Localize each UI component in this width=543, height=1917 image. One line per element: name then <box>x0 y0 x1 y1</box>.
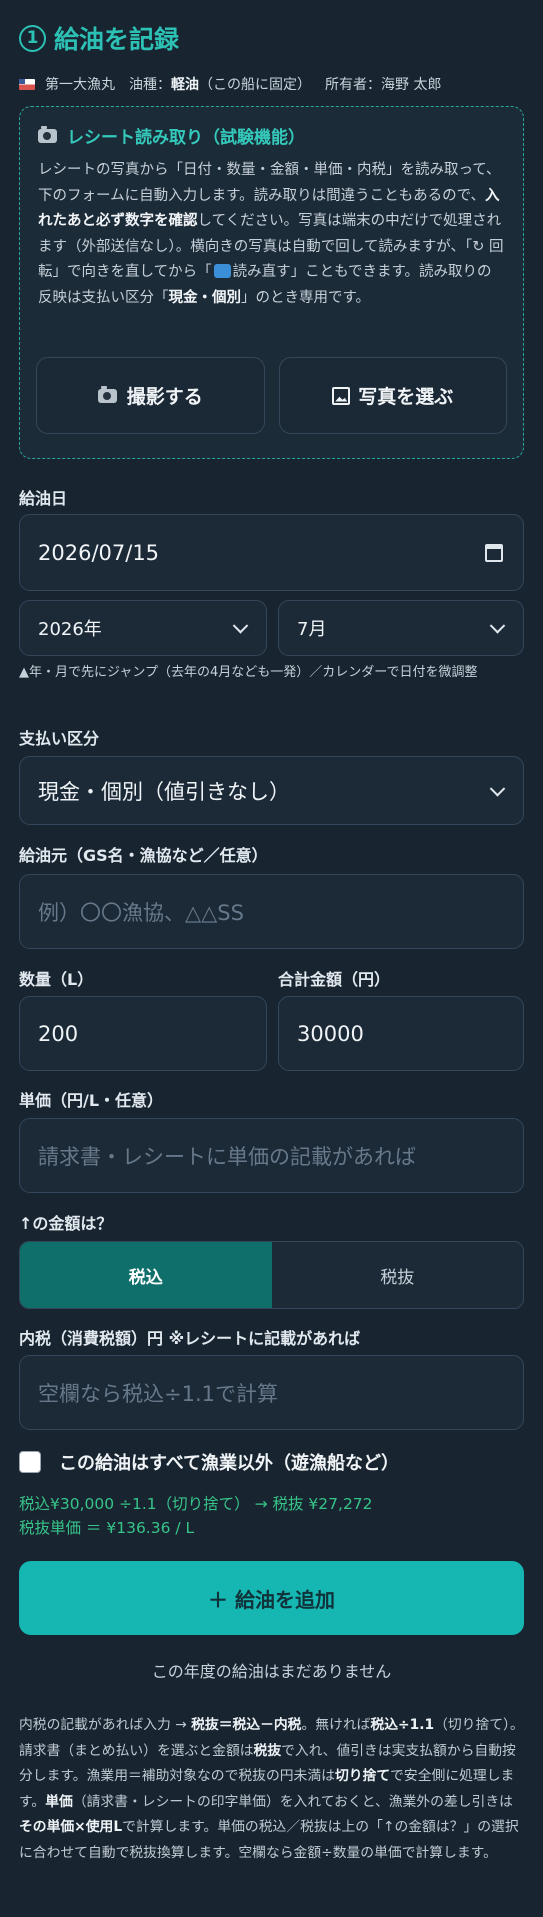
picture-icon <box>332 386 351 405</box>
reread-icon <box>213 264 231 278</box>
unit-price-label: 単価（円/L・任意） <box>19 1091 164 1110</box>
source-input[interactable]: 例）〇〇漁協、△△SS <box>19 874 524 949</box>
owner-label: 所有者： <box>325 77 381 93</box>
inner-tax-input[interactable]: 空欄なら税込÷1.1で計算 <box>19 1355 524 1430</box>
amount-question-label: ↑の金額は？ <box>19 1214 113 1233</box>
payment-type-value: 現金・個別（値引きなし） <box>38 779 290 804</box>
year-select-value: 2026年 <box>38 619 102 640</box>
inner-tax-label: 内税（消費税額）円 ※レシートに記載があれば <box>19 1329 361 1348</box>
empty-records-message: この年度の給油はまだありません <box>151 1662 392 1681</box>
footer-bold: 切り捨て <box>334 1768 391 1784</box>
tax-calc-line: 税込¥30,000 ÷1.1（切り捨て） → 税抜 ¥27,272 <box>19 1495 373 1513</box>
unit-price-placeholder: 請求書・レシートに単価の記載があれば <box>38 1144 416 1169</box>
footer-bold: 税抜＝税込－内税 <box>191 1717 302 1733</box>
date-label: 給油日 <box>19 489 68 508</box>
step-number-badge: 1 <box>19 24 46 52</box>
capture-photo-button[interactable]: 撮影する <box>36 357 265 434</box>
camera-icon <box>97 385 117 403</box>
payment-type-select[interactable]: 現金・個別（値引きなし） <box>19 756 524 825</box>
jump-hint: ▲年・月で先にジャンプ（去年の4月なども一発）／カレンダーで日付を微調整 <box>19 665 478 680</box>
month-select-value: 7月 <box>297 619 327 640</box>
date-value: 2026/07/15 <box>38 540 160 565</box>
date-input[interactable]: 2026/07/15 <box>19 514 524 591</box>
quantity-input[interactable]: 200 <box>19 996 267 1071</box>
quantity-value: 200 <box>38 1021 79 1046</box>
desc-bold: 現金・個別 <box>168 289 242 306</box>
page-title-text: 給油を記録 <box>54 25 180 54</box>
footer-text: 。無ければ <box>301 1717 371 1733</box>
footer-bold: 税込÷1.1 <box>370 1717 435 1733</box>
footer-text: 内税の記載があれば入力 → <box>19 1717 192 1733</box>
receipt-reader-panel: レシート読み取り（試験機能） レシートの写真から「日付・数量・金額・単価・内税」… <box>19 106 524 459</box>
source-placeholder: 例）〇〇漁協、△△SS <box>38 900 244 925</box>
owner-name: 海野 太郎 <box>381 77 442 93</box>
tax-mode-toggle: 税込 税抜 <box>19 1241 524 1309</box>
boat-name: 第一大漁丸 <box>45 77 115 93</box>
fuel-type-label: 油種： <box>129 77 171 93</box>
unit-price-calc-line: 税抜単価 ＝ ¥136.36 / L <box>19 1519 195 1537</box>
footer-bold: 税抜 <box>253 1742 282 1759</box>
boat-info: 第一大漁丸 油種： 軽油 （この船に固定） 所有者： 海野 太郎 <box>19 74 441 94</box>
capture-photo-label: 撮影する <box>126 386 203 408</box>
footer-notes: 内税の記載があれば入力 → 税抜＝税込－内税。無ければ税込÷1.1（切り捨て）。… <box>19 1713 524 1866</box>
page-title: 1 給油を記録 <box>19 20 179 56</box>
desc-text: 」のとき専用です。 <box>241 289 371 306</box>
total-amount-input[interactable]: 30000 <box>278 996 524 1071</box>
footer-text: （請求書・レシートの印字単価）を入れておくと、漁業外の差し引きは <box>72 1793 513 1810</box>
non-fishing-option[interactable]: この給油はすべて漁業以外（遊漁船など） <box>19 1449 399 1475</box>
desc-text: 読み直す <box>232 264 291 280</box>
payment-type-label: 支払い区分 <box>19 729 100 748</box>
source-label: 給油元（GS名・漁協など／任意） <box>19 846 268 865</box>
year-select[interactable]: 2026年 <box>19 600 267 656</box>
tax-calculation: 税込¥30,000 ÷1.1（切り捨て） → 税抜 ¥27,272 税抜単価 ＝… <box>19 1492 373 1540</box>
fuel-type: 軽油 <box>171 77 199 93</box>
total-amount-label: 合計金額（円） <box>278 970 391 989</box>
receipt-buttons: 撮影する 写真を選ぶ <box>36 357 507 434</box>
camera-icon <box>38 125 57 143</box>
choose-photo-label: 写真を選ぶ <box>358 386 454 408</box>
tax-included-option[interactable]: 税込 <box>20 1242 272 1308</box>
non-fishing-label: この給油はすべて漁業以外（遊漁船など） <box>59 1453 400 1474</box>
desc-text: レシートの写真から「日付・数量・金額・単価・内税」を読み取って、下のフォームに自… <box>38 162 501 204</box>
receipt-reader-description: レシートの写真から「日付・数量・金額・単価・内税」を読み取って、下のフォームに自… <box>38 158 505 311</box>
add-fuel-button[interactable]: ＋ 給油を追加 <box>19 1561 524 1635</box>
footer-bold: その単価×使用L <box>19 1819 123 1835</box>
unit-price-input[interactable]: 請求書・レシートに単価の記載があれば <box>19 1118 524 1193</box>
fuel-type-note: （この船に固定） <box>199 77 311 93</box>
tax-excluded-option[interactable]: 税抜 <box>272 1242 524 1308</box>
receipt-reader-title-text: レシート読み取り（試験機能） <box>67 128 305 148</box>
choose-photo-button[interactable]: 写真を選ぶ <box>278 357 507 434</box>
quantity-label: 数量（L） <box>19 970 94 989</box>
boat-flag-icon <box>19 78 35 90</box>
receipt-reader-title: レシート読み取り（試験機能） <box>38 123 505 148</box>
footer-bold: 単価 <box>45 1793 73 1810</box>
month-select[interactable]: 7月 <box>278 600 524 656</box>
calendar-icon[interactable] <box>485 543 503 562</box>
non-fishing-checkbox[interactable] <box>19 1451 41 1473</box>
total-amount-value: 30000 <box>297 1021 364 1046</box>
inner-tax-placeholder: 空欄なら税込÷1.1で計算 <box>38 1381 278 1406</box>
